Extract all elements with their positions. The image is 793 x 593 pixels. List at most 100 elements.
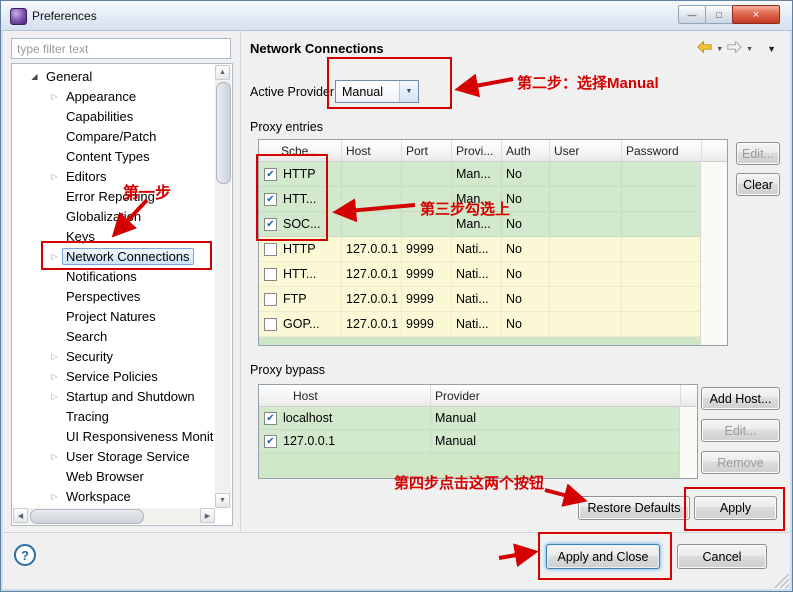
filter-input[interactable] [11,38,231,59]
tree-item-security[interactable]: ▷ Security [13,346,215,366]
scroll-right-icon[interactable]: ▶ [200,508,215,523]
collapse-arrow-icon[interactable]: ◢ [27,72,42,81]
expand-arrow-icon[interactable]: ▷ [47,172,62,181]
checkbox-checked-icon[interactable]: ✔ [264,434,277,448]
table-row[interactable]: ✔ localhost Manual [259,407,697,430]
tree-item-tracing[interactable]: Tracing [13,406,215,426]
view-menu-icon[interactable]: ▼ [767,44,776,54]
tree-item-project-natures[interactable]: Project Natures [13,306,215,326]
cell-port: 9999 [402,237,452,261]
table-row[interactable]: GOP... 127.0.0.1 9999 Nati... No [259,312,727,337]
back-menu-caret-icon[interactable]: ▼ [716,46,723,53]
table-row[interactable]: HTTP 127.0.0.1 9999 Nati... No [259,237,727,262]
cell-host [342,187,402,211]
column-header-auth[interactable]: Auth [502,140,550,161]
restore-defaults-button[interactable]: Restore Defaults [578,496,690,520]
table-row[interactable]: FTP 127.0.0.1 9999 Nati... No [259,287,727,312]
tree-item-web-browser[interactable]: Web Browser [13,466,215,486]
column-header-user[interactable]: User [550,140,622,161]
cell-sche: HTTP [259,237,342,261]
table-row[interactable]: ✔ 127.0.0.1 Manual [259,430,697,453]
checkbox-unchecked-icon[interactable] [264,267,277,281]
preferences-tree: ◢ General ▷ Appearance Capabilities Compare/P… [13,66,215,506]
checkbox-unchecked-icon[interactable] [264,242,277,256]
cell-text: HTT... [283,267,317,281]
cell-provider: Manual [431,407,681,429]
scroll-left-icon[interactable]: ◀ [13,508,28,523]
cell-sche: HTT... [259,262,342,286]
horizontal-scroll-thumb[interactable] [30,509,144,524]
tree-item-ui-responsiveness-monit[interactable]: UI Responsiveness Monit [13,426,215,446]
column-header-password[interactable]: Password [622,140,702,161]
tree-vertical-scrollbar[interactable]: ▲ ▼ [215,65,231,508]
scroll-down-icon[interactable]: ▼ [215,493,230,508]
tree-item-content-types[interactable]: Content Types [13,146,215,166]
tree-item-label: Perspectives [66,288,141,304]
active-provider-select[interactable]: Manual ▼ [335,80,419,103]
preferences-window: Preferences — □ × ◢ General ▷ Appearance Cap… [0,0,793,592]
help-button[interactable]: ? [14,544,36,566]
panel-divider[interactable] [240,31,241,531]
tree-item-editors[interactable]: ▷ Editors [13,166,215,186]
checkbox-unchecked-icon[interactable] [264,317,277,331]
column-header-host[interactable]: Host [342,140,402,161]
resize-grip[interactable] [775,574,789,588]
column-header-port[interactable]: Port [402,140,452,161]
close-button[interactable]: × [732,5,780,24]
proxy-entries-edit-button[interactable]: Edit... [736,142,780,165]
expand-arrow-icon[interactable]: ▷ [47,92,62,101]
scroll-up-icon[interactable]: ▲ [215,65,230,80]
tree-item-search[interactable]: Search [13,326,215,346]
expand-arrow-icon[interactable]: ▷ [47,372,62,381]
checkbox-checked-icon[interactable]: ✔ [264,192,277,206]
cell-sche: ✔ HTT... [259,187,342,211]
tree-item-keys[interactable]: Keys [13,226,215,246]
expand-arrow-icon[interactable]: ▷ [47,452,62,461]
tree-item-label: Service Policies [66,368,158,384]
tree-item-appearance[interactable]: ▷ Appearance [13,86,215,106]
tree-item-compare-patch[interactable]: Compare/Patch [13,126,215,146]
checkbox-unchecked-icon[interactable] [264,292,277,306]
expand-arrow-icon[interactable]: ▷ [47,392,62,401]
expand-arrow-icon[interactable]: ▷ [47,252,62,261]
back-arrow-icon[interactable] [697,40,712,58]
cancel-button[interactable]: Cancel [677,544,767,569]
expand-arrow-icon[interactable]: ▷ [47,492,62,501]
add-host-button[interactable]: Add Host... [701,387,780,410]
tree-item-user-storage-service[interactable]: ▷ User Storage Service [13,446,215,466]
column-header-sche[interactable]: Sche... [259,140,342,161]
tree-item-notifications[interactable]: Notifications [13,266,215,286]
tree-item-startup-and-shutdown[interactable]: ▷ Startup and Shutdown [13,386,215,406]
tree-item-workspace[interactable]: ▷ Workspace [13,486,215,506]
expand-arrow-icon[interactable]: ▷ [47,352,62,361]
tree-item-error-reporting[interactable]: Error Reporting [13,186,215,206]
forward-arrow-icon[interactable] [727,40,743,58]
tree-item-general[interactable]: ◢ General [13,66,215,86]
minimize-button[interactable]: — [678,5,706,24]
tree-item-perspectives[interactable]: Perspectives [13,286,215,306]
apply-button[interactable]: Apply [694,496,777,520]
maximize-button[interactable]: □ [705,5,733,24]
tree-item-service-policies[interactable]: ▷ Service Policies [13,366,215,386]
column-header-host[interactable]: Host [259,385,431,406]
apply-and-close-button[interactable]: Apply and Close [546,544,660,569]
tree-item-capabilities[interactable]: Capabilities [13,106,215,126]
forward-menu-caret-icon[interactable]: ▼ [746,46,753,53]
column-header-provider[interactable]: Provider [431,385,681,406]
proxy-bypass-label: Proxy bypass [250,363,326,377]
tree-item-label: Content Types [66,148,150,164]
tree-horizontal-scrollbar[interactable]: ◀ ▶ [13,508,215,524]
tree-item-network-connections[interactable]: ▷ Network Connections [13,246,215,266]
proxy-bypass-edit-button[interactable]: Edit... [701,419,780,442]
table-row[interactable]: HTT... 127.0.0.1 9999 Nati... No [259,262,727,287]
checkbox-checked-icon[interactable]: ✔ [264,167,277,181]
vertical-scroll-thumb[interactable] [216,82,231,184]
tree-item-globalization[interactable]: Globalization [13,206,215,226]
column-header-provi[interactable]: Provi... [452,140,502,161]
table-row[interactable]: ✔ HTTP Man... No [259,162,727,187]
proxy-entries-clear-button[interactable]: Clear [736,173,780,196]
checkbox-checked-icon[interactable]: ✔ [264,411,277,425]
remove-button[interactable]: Remove [701,451,780,474]
checkbox-checked-icon[interactable]: ✔ [264,217,277,231]
chevron-down-icon[interactable]: ▼ [399,81,418,102]
